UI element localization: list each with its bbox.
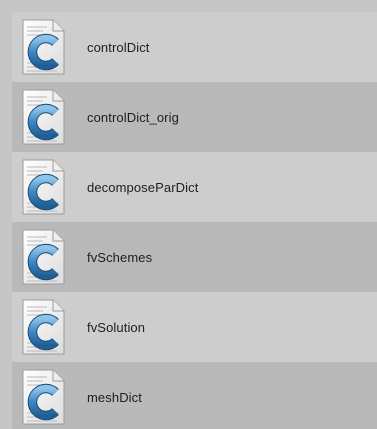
file-item-decomposepardict[interactable]: decomposeParDict (12, 152, 377, 222)
c-source-file-icon (19, 19, 67, 75)
file-item-meshdict[interactable]: meshDict (12, 362, 377, 429)
file-item-controldict[interactable]: controlDict (12, 12, 377, 82)
file-item-controldict-orig[interactable]: controlDict_orig (12, 82, 377, 152)
file-list: controlDict controlDict_orig decomposePa… (0, 0, 377, 429)
file-name-label: controlDict (87, 39, 150, 55)
file-name-label: decomposeParDict (87, 179, 199, 195)
c-source-file-icon (19, 229, 67, 285)
c-source-file-icon (19, 89, 67, 145)
c-source-file-icon (19, 369, 67, 425)
file-name-label: meshDict (87, 389, 142, 405)
c-source-file-icon (19, 159, 67, 215)
file-item-fvschemes[interactable]: fvSchemes (12, 222, 377, 292)
file-name-label: fvSchemes (87, 249, 153, 265)
file-name-label: fvSolution (87, 319, 146, 335)
c-source-file-icon (19, 299, 67, 355)
file-item-fvsolution[interactable]: fvSolution (12, 292, 377, 362)
file-name-label: controlDict_orig (87, 109, 179, 125)
